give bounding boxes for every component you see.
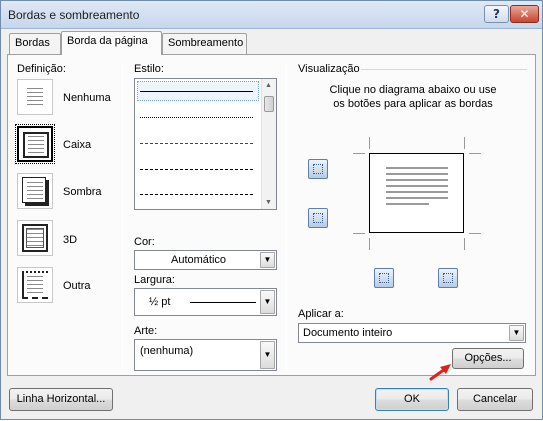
scroll-up-icon[interactable]: ▲	[265, 82, 272, 89]
left-border-icon	[379, 273, 389, 283]
width-label: Largura:	[134, 274, 175, 286]
width-line-preview	[190, 302, 256, 303]
chevron-down-icon[interactable]: ▼	[509, 325, 524, 341]
setting-box-label[interactable]: Caixa	[63, 139, 91, 151]
divider-right	[286, 63, 287, 371]
panel-content: Definição: Nenhuma Caixa Sombra 3D Outra…	[1, 1, 543, 421]
style-option-dotted[interactable]	[140, 117, 253, 118]
preview-divider	[361, 69, 527, 70]
style-label: Estilo:	[134, 63, 164, 75]
setting-custom-label[interactable]: Outra	[63, 280, 91, 292]
style-scrollbar[interactable]: ▲ ▼	[261, 79, 276, 209]
shadow-border-icon[interactable]	[17, 173, 53, 209]
apply-to-value: Documento inteiro	[303, 327, 393, 339]
bottom-border-button[interactable]	[308, 208, 328, 228]
color-value: Automático	[171, 254, 227, 266]
left-border-button[interactable]	[374, 268, 394, 288]
right-border-button[interactable]	[438, 268, 458, 288]
style-option-dash-small[interactable]	[140, 143, 253, 144]
top-border-button[interactable]	[308, 159, 328, 179]
setting-shadow-label[interactable]: Sombra	[63, 186, 102, 198]
ok-button[interactable]: OK	[375, 388, 449, 411]
art-label: Arte:	[134, 325, 158, 337]
scroll-down-icon[interactable]: ▼	[265, 199, 272, 206]
preview-hint: Clique no diagrama abaixo ou use os botõ…	[329, 84, 497, 110]
setting-3d-label[interactable]: 3D	[63, 234, 77, 246]
custom-border-icon[interactable]	[17, 267, 53, 303]
red-arrow-annotation	[429, 364, 451, 381]
bottom-border-icon	[313, 213, 323, 223]
style-option-dashed-long[interactable]	[140, 194, 253, 195]
color-label: Cor:	[134, 236, 155, 248]
divider-left	[122, 63, 123, 371]
cancel-button[interactable]: Cancelar	[457, 388, 533, 411]
width-dropdown[interactable]: ½ pt ▼	[134, 288, 277, 316]
width-value: ½ pt	[149, 296, 171, 308]
none-border-icon[interactable]	[17, 79, 53, 115]
art-dropdown[interactable]: (nenhuma) ▼	[134, 339, 277, 371]
box-border-icon[interactable]	[15, 124, 55, 164]
right-border-icon	[443, 273, 453, 283]
color-dropdown[interactable]: Automático ▼	[134, 250, 277, 270]
scroll-thumb[interactable]	[264, 96, 274, 112]
chevron-down-icon[interactable]: ▼	[260, 290, 275, 314]
art-value: (nenhuma)	[140, 345, 194, 357]
style-option-dashed[interactable]	[140, 169, 253, 170]
style-option-solid[interactable]	[140, 91, 253, 92]
options-button[interactable]: Opções...	[452, 348, 524, 369]
chevron-down-icon[interactable]: ▼	[260, 341, 275, 369]
3d-border-icon[interactable]	[17, 220, 53, 256]
borders-shading-dialog: Bordas e sombreamento ? ✕ Bordas Borda d…	[0, 0, 543, 420]
horizontal-line-button[interactable]: Linha Horizontal...	[9, 388, 113, 411]
apply-to-label: Aplicar a:	[298, 308, 344, 320]
top-border-icon	[313, 164, 323, 174]
preview-diagram[interactable]	[353, 137, 481, 250]
apply-to-dropdown[interactable]: Documento inteiro ▼	[298, 323, 526, 343]
setting-none-label[interactable]: Nenhuma	[63, 92, 111, 104]
preview-text-lines	[386, 167, 448, 205]
setting-label: Definição:	[17, 63, 66, 75]
preview-page[interactable]	[369, 153, 464, 233]
preview-label: Visualização	[298, 63, 360, 75]
style-listbox[interactable]: ▲ ▼	[134, 78, 277, 210]
chevron-down-icon[interactable]: ▼	[260, 252, 275, 268]
